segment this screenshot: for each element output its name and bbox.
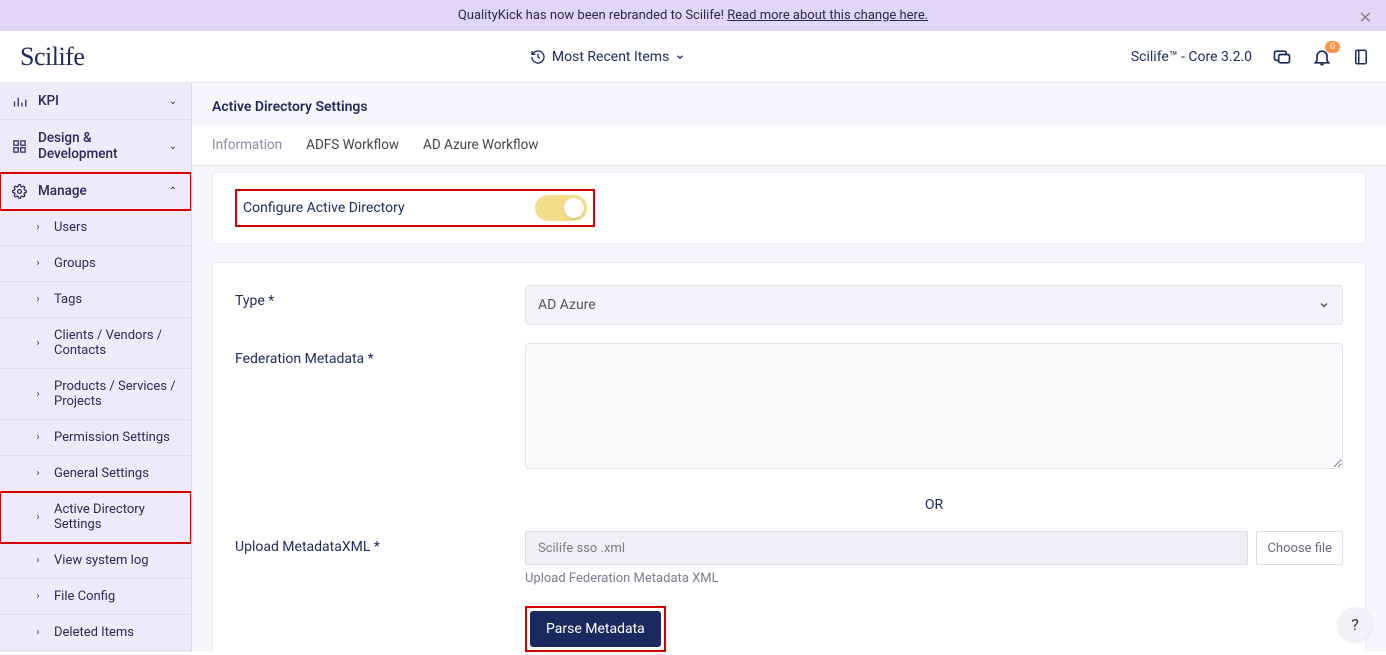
chevron-right-icon: › xyxy=(32,591,44,602)
sidebar-item-products[interactable]: ›Products / Services / Projects xyxy=(0,369,191,420)
chevron-right-icon: › xyxy=(32,222,44,233)
banner-text: QualityKick has now been rebranded to Sc… xyxy=(458,8,727,23)
sidebar-item-users[interactable]: ›Users xyxy=(0,210,191,246)
upload-helper: Upload Federation Metadata XML xyxy=(525,571,1343,586)
configure-toggle[interactable] xyxy=(535,195,587,221)
history-icon xyxy=(530,49,546,65)
chevron-right-icon: › xyxy=(32,432,44,443)
sidebar-item-deleted[interactable]: ›Deleted Items xyxy=(0,615,191,651)
chevron-right-icon: › xyxy=(32,468,44,479)
type-label: Type * xyxy=(235,285,525,309)
sidebar-item-label: Manage xyxy=(38,183,157,199)
chevron-down-icon xyxy=(675,52,685,62)
notification-badge: 0 xyxy=(1325,41,1340,53)
sidebar-item-tags[interactable]: ›Tags xyxy=(0,282,191,318)
bell-icon[interactable]: 0 xyxy=(1312,47,1332,67)
close-icon[interactable]: ✕ xyxy=(1359,8,1372,27)
configure-label: Configure Active Directory xyxy=(243,200,405,216)
parse-metadata-button[interactable]: Parse Metadata xyxy=(530,611,661,647)
recent-items-label: Most Recent Items xyxy=(552,49,669,65)
book-icon[interactable] xyxy=(1352,47,1370,67)
topbar: Scilife Most Recent Items Scilife™ - Cor… xyxy=(0,31,1386,83)
chevron-down-icon: ⌄ xyxy=(167,96,179,107)
chevron-right-icon: › xyxy=(32,294,44,305)
rebrand-banner: QualityKick has now been rebranded to Sc… xyxy=(0,0,1386,31)
brand-logo[interactable]: Scilife xyxy=(20,42,84,72)
chevron-right-icon: › xyxy=(32,338,44,349)
gear-icon xyxy=(12,184,28,199)
sidebar-item-general[interactable]: ›General Settings xyxy=(0,456,191,492)
type-value: AD Azure xyxy=(538,297,596,313)
version-label: Scilife™ - Core 3.2.0 xyxy=(1131,49,1252,65)
sidebar-item-permission[interactable]: ›Permission Settings xyxy=(0,420,191,456)
chevron-right-icon: › xyxy=(32,555,44,566)
tab-adfs[interactable]: ADFS Workflow xyxy=(306,125,399,165)
page-title: Active Directory Settings xyxy=(192,83,1386,125)
banner-link[interactable]: Read more about this change here. xyxy=(727,8,928,23)
federation-label: Federation Metadata * xyxy=(235,343,525,367)
sidebar-item-fileconfig[interactable]: ›File Config xyxy=(0,579,191,615)
choose-file-button[interactable]: Choose file xyxy=(1256,531,1343,565)
main-content: Active Directory Settings Information AD… xyxy=(192,83,1386,652)
recent-items-dropdown[interactable]: Most Recent Items xyxy=(84,49,1130,65)
sidebar-item-kpi[interactable]: KPI ⌄ xyxy=(0,83,191,120)
help-icon: ? xyxy=(1351,615,1359,634)
chevron-right-icon: › xyxy=(32,389,44,400)
sidebar-item-syslog[interactable]: ›View system log xyxy=(0,543,191,579)
tab-azure[interactable]: AD Azure Workflow xyxy=(423,125,538,165)
sidebar-item-label: Design & Development xyxy=(38,130,157,162)
sidebar-item-design[interactable]: Design & Development ⌄ xyxy=(0,120,191,173)
tab-information[interactable]: Information xyxy=(212,125,282,165)
chevron-up-icon: ⌃ xyxy=(167,186,179,197)
sidebar-item-label: KPI xyxy=(38,93,157,109)
chat-icon[interactable] xyxy=(1272,47,1292,67)
chevron-right-icon: › xyxy=(32,627,44,638)
chevron-right-icon: › xyxy=(32,258,44,269)
or-divider: OR xyxy=(525,491,1343,527)
sidebar-item-active-directory[interactable]: ›Active Directory Settings xyxy=(0,492,191,543)
sidebar-item-clients[interactable]: ›Clients / Vendors / Contacts xyxy=(0,318,191,369)
sidebar-item-groups[interactable]: ›Groups xyxy=(0,246,191,282)
chart-icon xyxy=(12,94,28,109)
chevron-down-icon xyxy=(1318,299,1330,311)
grid-icon xyxy=(12,139,28,154)
tabs: Information ADFS Workflow AD Azure Workf… xyxy=(192,125,1386,166)
chevron-right-icon: › xyxy=(32,512,44,523)
sidebar-item-manage[interactable]: Manage ⌃ xyxy=(0,173,191,210)
form-card: Type * AD Azure Federation Metadata * xyxy=(212,262,1366,652)
help-button[interactable]: ? xyxy=(1338,607,1372,641)
chevron-down-icon: ⌄ xyxy=(167,141,179,152)
upload-label: Upload MetadataXML * xyxy=(235,531,525,555)
type-select[interactable]: AD Azure xyxy=(525,285,1343,325)
configure-card: Configure Active Directory xyxy=(212,172,1366,244)
sidebar: KPI ⌄ Design & Development ⌄ Manage ⌃ ›U… xyxy=(0,83,192,652)
federation-textarea[interactable] xyxy=(525,343,1343,469)
upload-filename-input[interactable]: Scilife sso .xml xyxy=(525,531,1248,565)
